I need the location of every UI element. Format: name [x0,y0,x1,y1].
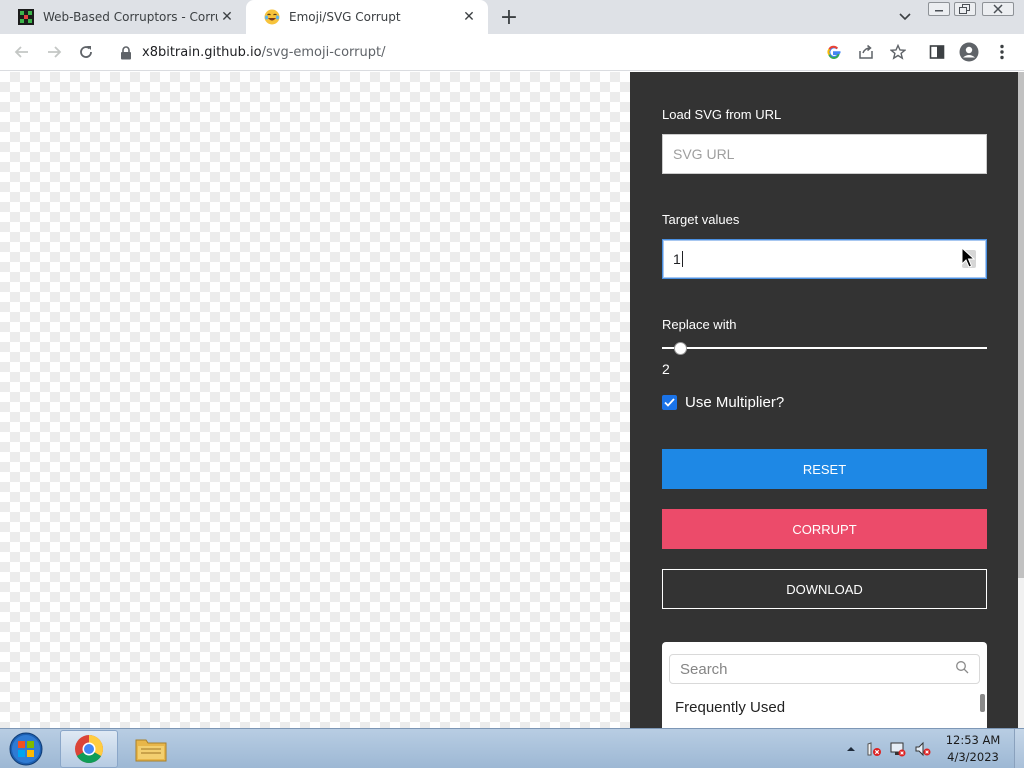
pixel-art-icon [18,9,34,25]
use-multiplier-label: Use Multiplier? [685,394,785,411]
slider-thumb[interactable] [674,342,687,355]
chrome-icon[interactable] [60,730,118,768]
tab-emoji-svg-corrupt[interactable]: Emoji/SVG Corrupt ✕ [246,0,488,34]
svg-url-placeholder: SVG URL [673,146,735,162]
use-multiplier-checkbox[interactable] [662,395,677,410]
tab-strip: Web-Based Corruptors - Corrupt ✕ Emoji/S… [0,0,1024,34]
show-desktop-button[interactable] [1014,729,1024,768]
use-multiplier-row[interactable]: Use Multiplier? [662,394,784,411]
back-arrow-icon[interactable] [10,40,34,64]
profile-icon[interactable] [959,42,979,62]
target-values-input[interactable]: 1 [662,239,987,279]
browser-toolbar: x8bitrain.github.io/svg-emoji-corrupt/ [0,34,1024,71]
chevron-down-icon[interactable] [893,6,917,28]
svg-preview-canvas [0,72,630,728]
url-text: x8bitrain.github.io/svg-emoji-corrupt/ [142,45,385,60]
replace-with-value: 2 [662,361,670,377]
emoji-section-heading: Frequently Used [675,699,786,716]
laughing-emoji-icon [264,9,280,25]
clock-time: 12:53 AM [945,733,1001,747]
search-icon [955,660,969,678]
forward-arrow-icon[interactable] [42,40,66,64]
lock-icon[interactable] [118,45,134,61]
emoji-search-placeholder: Search [680,660,728,678]
system-clock[interactable]: 12:53 AM 4/3/2023 [938,732,1008,766]
checkmark-icon [664,398,675,407]
tab-title: Emoji/SVG Corrupt [289,10,401,24]
star-icon[interactable] [888,42,908,62]
clock-date: 4/3/2023 [947,750,999,764]
start-orb-icon[interactable] [4,730,48,768]
replace-with-label: Replace with [662,317,737,332]
corrupt-button[interactable]: CORRUPT [662,509,987,549]
menu-kebab-icon[interactable] [992,42,1012,62]
load-svg-label: Load SVG from URL [662,107,782,122]
restore-button[interactable] [954,2,976,16]
share-icon[interactable] [856,42,876,62]
replace-with-slider[interactable] [662,342,987,355]
control-panel: Load SVG from URL SVG URL Target values … [630,72,1018,728]
file-explorer-icon[interactable] [122,730,180,768]
emoji-scrollbar[interactable] [980,694,985,712]
volume-muted-icon[interactable] [915,741,931,757]
address-bar[interactable]: x8bitrain.github.io/svg-emoji-corrupt/ [108,37,918,68]
show-hidden-icons-icon[interactable] [843,741,859,757]
network-icon[interactable] [890,741,906,757]
new-tab-button[interactable]: + [497,5,521,30]
emoji-search-input[interactable]: Search [669,654,980,684]
target-values-text: 1 [673,251,681,267]
tab-title: Web-Based Corruptors - Corrupt [43,10,218,24]
action-center-icon[interactable] [866,741,882,757]
emoji-picker: Search Frequently Used [662,642,987,728]
close-icon[interactable]: ✕ [218,8,236,26]
page-content: Load SVG from URL SVG URL Target values … [0,72,1024,728]
close-window-button[interactable] [982,2,1014,16]
tab-web-based-corruptors[interactable]: Web-Based Corruptors - Corrupt ✕ [0,0,246,34]
close-icon[interactable]: ✕ [460,8,478,26]
scrollbar-thumb[interactable] [1018,72,1024,578]
download-button[interactable]: DOWNLOAD [662,569,987,609]
google-icon[interactable] [824,42,844,62]
target-values-label: Target values [662,212,740,227]
reload-icon[interactable] [74,40,98,64]
reset-button[interactable]: RESET [662,449,987,489]
windows-taskbar: 12:53 AM 4/3/2023 [0,728,1024,768]
side-panel-icon[interactable] [927,42,947,62]
svg-url-input[interactable]: SVG URL [662,134,987,174]
minimize-button[interactable] [928,2,950,16]
url-path: /svg-emoji-corrupt/ [261,45,386,60]
url-host: x8bitrain.github.io [142,45,262,60]
text-caret [681,251,683,267]
slider-track [662,347,987,349]
page-scrollbar[interactable] [1018,72,1024,728]
mouse-pointer-icon [961,246,976,272]
